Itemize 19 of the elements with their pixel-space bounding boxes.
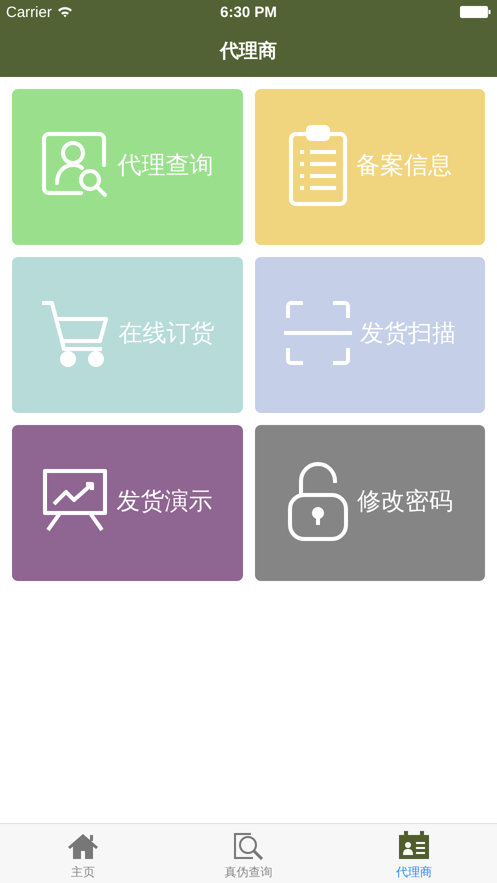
tab-item[interactable]: 主页 bbox=[0, 824, 166, 883]
clipboard-icon bbox=[288, 124, 348, 206]
tab-item[interactable]: 真伪查询 bbox=[166, 824, 332, 883]
home-icon bbox=[66, 832, 99, 860]
status-time: 6:30 PM bbox=[220, 4, 277, 20]
battery-icon bbox=[460, 6, 491, 18]
tab-item[interactable]: 代理商 bbox=[331, 824, 497, 883]
carrier-label: Carrier bbox=[6, 4, 52, 20]
page-title: 代理商 bbox=[220, 40, 277, 64]
user-search-icon bbox=[41, 131, 110, 199]
menu-tile[interactable]: 发货演示 bbox=[12, 425, 242, 581]
id-card-icon bbox=[398, 830, 430, 860]
unlocked-padlock-icon bbox=[286, 461, 349, 541]
menu-tile[interactable]: 修改密码 bbox=[254, 425, 485, 581]
scan-icon bbox=[284, 300, 352, 366]
presentation-chart-icon bbox=[42, 468, 108, 534]
wifi-icon bbox=[56, 6, 73, 18]
cart-icon bbox=[40, 299, 110, 367]
search-icon bbox=[232, 832, 264, 860]
